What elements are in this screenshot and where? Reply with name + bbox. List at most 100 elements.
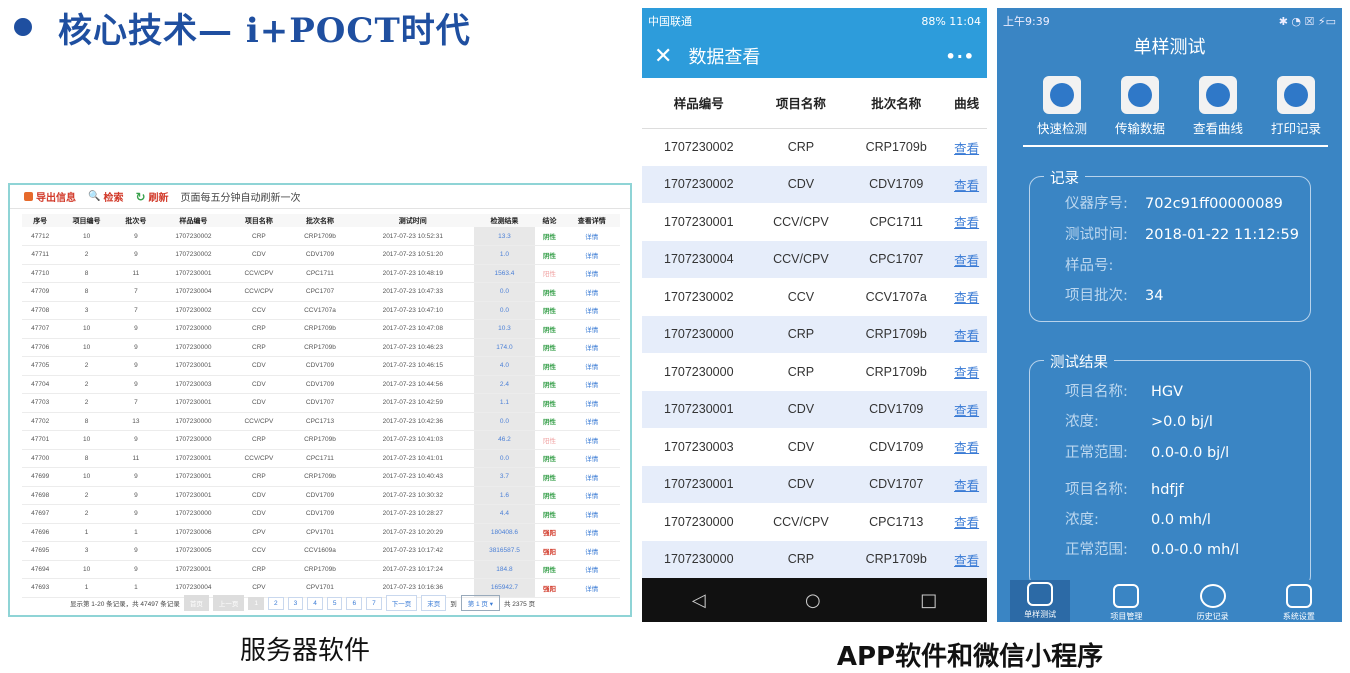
details-link[interactable]: 详情 bbox=[563, 393, 620, 413]
table-cell: 7 bbox=[114, 393, 158, 413]
device-row: 仪器序号: 702c91ff00000089 bbox=[1065, 192, 1283, 213]
view-curve-link[interactable]: 查看 bbox=[946, 128, 987, 166]
action-printer-button[interactable]: 打印记录 bbox=[1263, 76, 1329, 137]
column-header: 项目名称 bbox=[229, 214, 288, 227]
details-link[interactable]: 详情 bbox=[563, 504, 620, 524]
last-page-button[interactable]: 末页 bbox=[421, 595, 447, 611]
view-curve-link[interactable]: 查看 bbox=[946, 278, 987, 316]
first-page-button[interactable]: 首页 bbox=[183, 595, 209, 611]
details-link[interactable]: 详情 bbox=[563, 523, 620, 542]
details-link[interactable]: 详情 bbox=[563, 430, 620, 450]
table-cell: 强阳 bbox=[535, 578, 564, 598]
table-row: 47709 8 7 1707230004 CCV/CPV CPC1707 2017-07-2… bbox=[22, 282, 620, 302]
view-curve-link[interactable]: 查看 bbox=[946, 240, 987, 278]
view-curve-link[interactable]: 查看 bbox=[946, 390, 987, 428]
table-cell: 1707230000 bbox=[664, 514, 734, 529]
search-button[interactable]: 🔍 检索 bbox=[88, 189, 123, 204]
details-link[interactable]: 详情 bbox=[563, 412, 620, 431]
table-row: 47703 2 7 1707230001 CDV CDV1707 2017-07-23 10… bbox=[22, 393, 620, 413]
page-number-button[interactable]: 4 bbox=[307, 596, 323, 610]
table-cell: 阴性 bbox=[535, 504, 564, 524]
page-number-button[interactable]: 6 bbox=[346, 596, 363, 610]
column-header: 样品编号 bbox=[157, 214, 230, 227]
details-link[interactable]: 详情 bbox=[563, 560, 620, 579]
export-button[interactable]: 导出信息 bbox=[24, 189, 76, 204]
page-number-button[interactable]: 3 bbox=[287, 596, 304, 610]
range-label: 正常范围: bbox=[1065, 445, 1128, 461]
details-link[interactable]: 详情 bbox=[563, 449, 620, 468]
more-icon[interactable]: •·• bbox=[945, 47, 975, 66]
table-body: 1707230002 CRP CRP1709b 查看 1707230002 CDV CDV1… bbox=[642, 128, 987, 616]
table-cell: 2017-07-23 10:17:24 bbox=[352, 560, 474, 579]
back-icon[interactable]: ◁ bbox=[692, 590, 706, 611]
details-link[interactable]: 详情 bbox=[563, 227, 620, 246]
action-bar: 快速检测 传输数据 查看曲线 打印记录 bbox=[1029, 76, 1329, 137]
view-curve-link[interactable]: 查看 bbox=[946, 540, 987, 578]
details-link[interactable]: 详情 bbox=[563, 264, 620, 283]
details-link[interactable]: 详情 bbox=[563, 245, 620, 265]
details-link[interactable]: 详情 bbox=[563, 301, 620, 320]
table-cell: 3.7 bbox=[473, 467, 536, 487]
view-curve-link[interactable]: 查看 bbox=[946, 428, 987, 466]
table-cell: CRP bbox=[229, 467, 288, 487]
prev-page-button[interactable]: 上一页 bbox=[212, 595, 245, 611]
table-row: 47712 10 9 1707230002 CRP CRP1709b 2017-07-23 … bbox=[22, 227, 620, 246]
details-link[interactable]: 详情 bbox=[563, 282, 620, 302]
view-curve-link[interactable]: 查看 bbox=[946, 203, 987, 241]
table-cell: 阴性 bbox=[535, 282, 564, 302]
table-row: 47695 3 9 1707230005 CCV CCV1609a 2017-07-23 1… bbox=[22, 541, 620, 561]
table-cell: CRP1709b bbox=[287, 319, 353, 339]
action-chart-button[interactable]: 查看曲线 bbox=[1185, 76, 1251, 137]
home-icon[interactable]: ○ bbox=[805, 590, 821, 611]
table-row: 47711 2 9 1707230002 CDV CDV1709 2017-07-23 10… bbox=[22, 245, 620, 265]
details-link[interactable]: 详情 bbox=[563, 338, 620, 357]
view-curve-link[interactable]: 查看 bbox=[946, 315, 987, 353]
table-cell: 1707230002 bbox=[157, 245, 230, 265]
table-cell: 2 bbox=[58, 486, 115, 505]
tab-clock[interactable]: 历史记录 bbox=[1183, 584, 1243, 622]
table-cell: 10 bbox=[58, 227, 115, 246]
table-cell: 47708 bbox=[22, 301, 59, 320]
tab-document[interactable]: 项目管理 bbox=[1096, 584, 1156, 622]
page-number-button[interactable]: 5 bbox=[326, 596, 343, 610]
table-cell: 阴性 bbox=[535, 375, 564, 394]
close-icon[interactable]: ✕ bbox=[654, 44, 672, 69]
table-cell: 9 bbox=[114, 375, 158, 394]
details-link[interactable]: 详情 bbox=[563, 356, 620, 376]
details-link[interactable]: 详情 bbox=[563, 319, 620, 339]
view-curve-link[interactable]: 查看 bbox=[946, 503, 987, 541]
bottom-tab-bar: 单样测试 项目管理 历史记录 系统设置 bbox=[997, 580, 1342, 622]
caption-server: 服务器软件 bbox=[239, 636, 370, 666]
action-gauge-button[interactable]: 快速检测 bbox=[1029, 76, 1095, 137]
view-curve-link[interactable]: 查看 bbox=[946, 165, 987, 203]
recents-icon[interactable]: □ bbox=[920, 590, 937, 611]
page-number-button[interactable]: 1 bbox=[248, 596, 264, 610]
table-cell: 47706 bbox=[22, 338, 59, 357]
column-header: 测试时间 bbox=[352, 214, 474, 227]
table-row: 47708 3 7 1707230002 CCV CCV1707a 2017-07-23 1… bbox=[22, 301, 620, 320]
next-page-button[interactable]: 下一页 bbox=[385, 595, 418, 611]
table-cell: CCV bbox=[229, 541, 288, 561]
table-cell: 9 bbox=[114, 356, 158, 376]
table-cell: 1707230001 bbox=[642, 465, 756, 503]
table-cell: CCV/CPV bbox=[229, 412, 288, 431]
details-link[interactable]: 详情 bbox=[563, 486, 620, 505]
details-link[interactable]: 详情 bbox=[563, 578, 620, 598]
action-label: 快速检测 bbox=[1036, 121, 1087, 136]
tab-gear[interactable]: 系统设置 bbox=[1269, 584, 1329, 622]
page-number-button[interactable]: 2 bbox=[267, 596, 284, 610]
action-database-upload-button[interactable]: 传输数据 bbox=[1107, 76, 1173, 137]
page-number-button[interactable]: 7 bbox=[366, 596, 382, 610]
tab-flask[interactable]: 单样测试 bbox=[1010, 580, 1071, 622]
table-cell: 3 bbox=[58, 301, 115, 320]
name-value: HGV bbox=[1151, 384, 1184, 400]
details-link[interactable]: 详情 bbox=[563, 467, 620, 487]
view-curve-link[interactable]: 查看 bbox=[946, 465, 987, 503]
table-cell: 9 bbox=[114, 467, 158, 487]
table-cell: 1707230002 bbox=[664, 140, 734, 154]
refresh-button[interactable]: ↻ 刷新 bbox=[135, 189, 168, 205]
page-select[interactable]: 第 1 页 ▾ bbox=[460, 595, 500, 611]
view-curve-link[interactable]: 查看 bbox=[946, 353, 987, 391]
details-link[interactable]: 详情 bbox=[563, 541, 620, 561]
details-link[interactable]: 详情 bbox=[563, 375, 620, 394]
